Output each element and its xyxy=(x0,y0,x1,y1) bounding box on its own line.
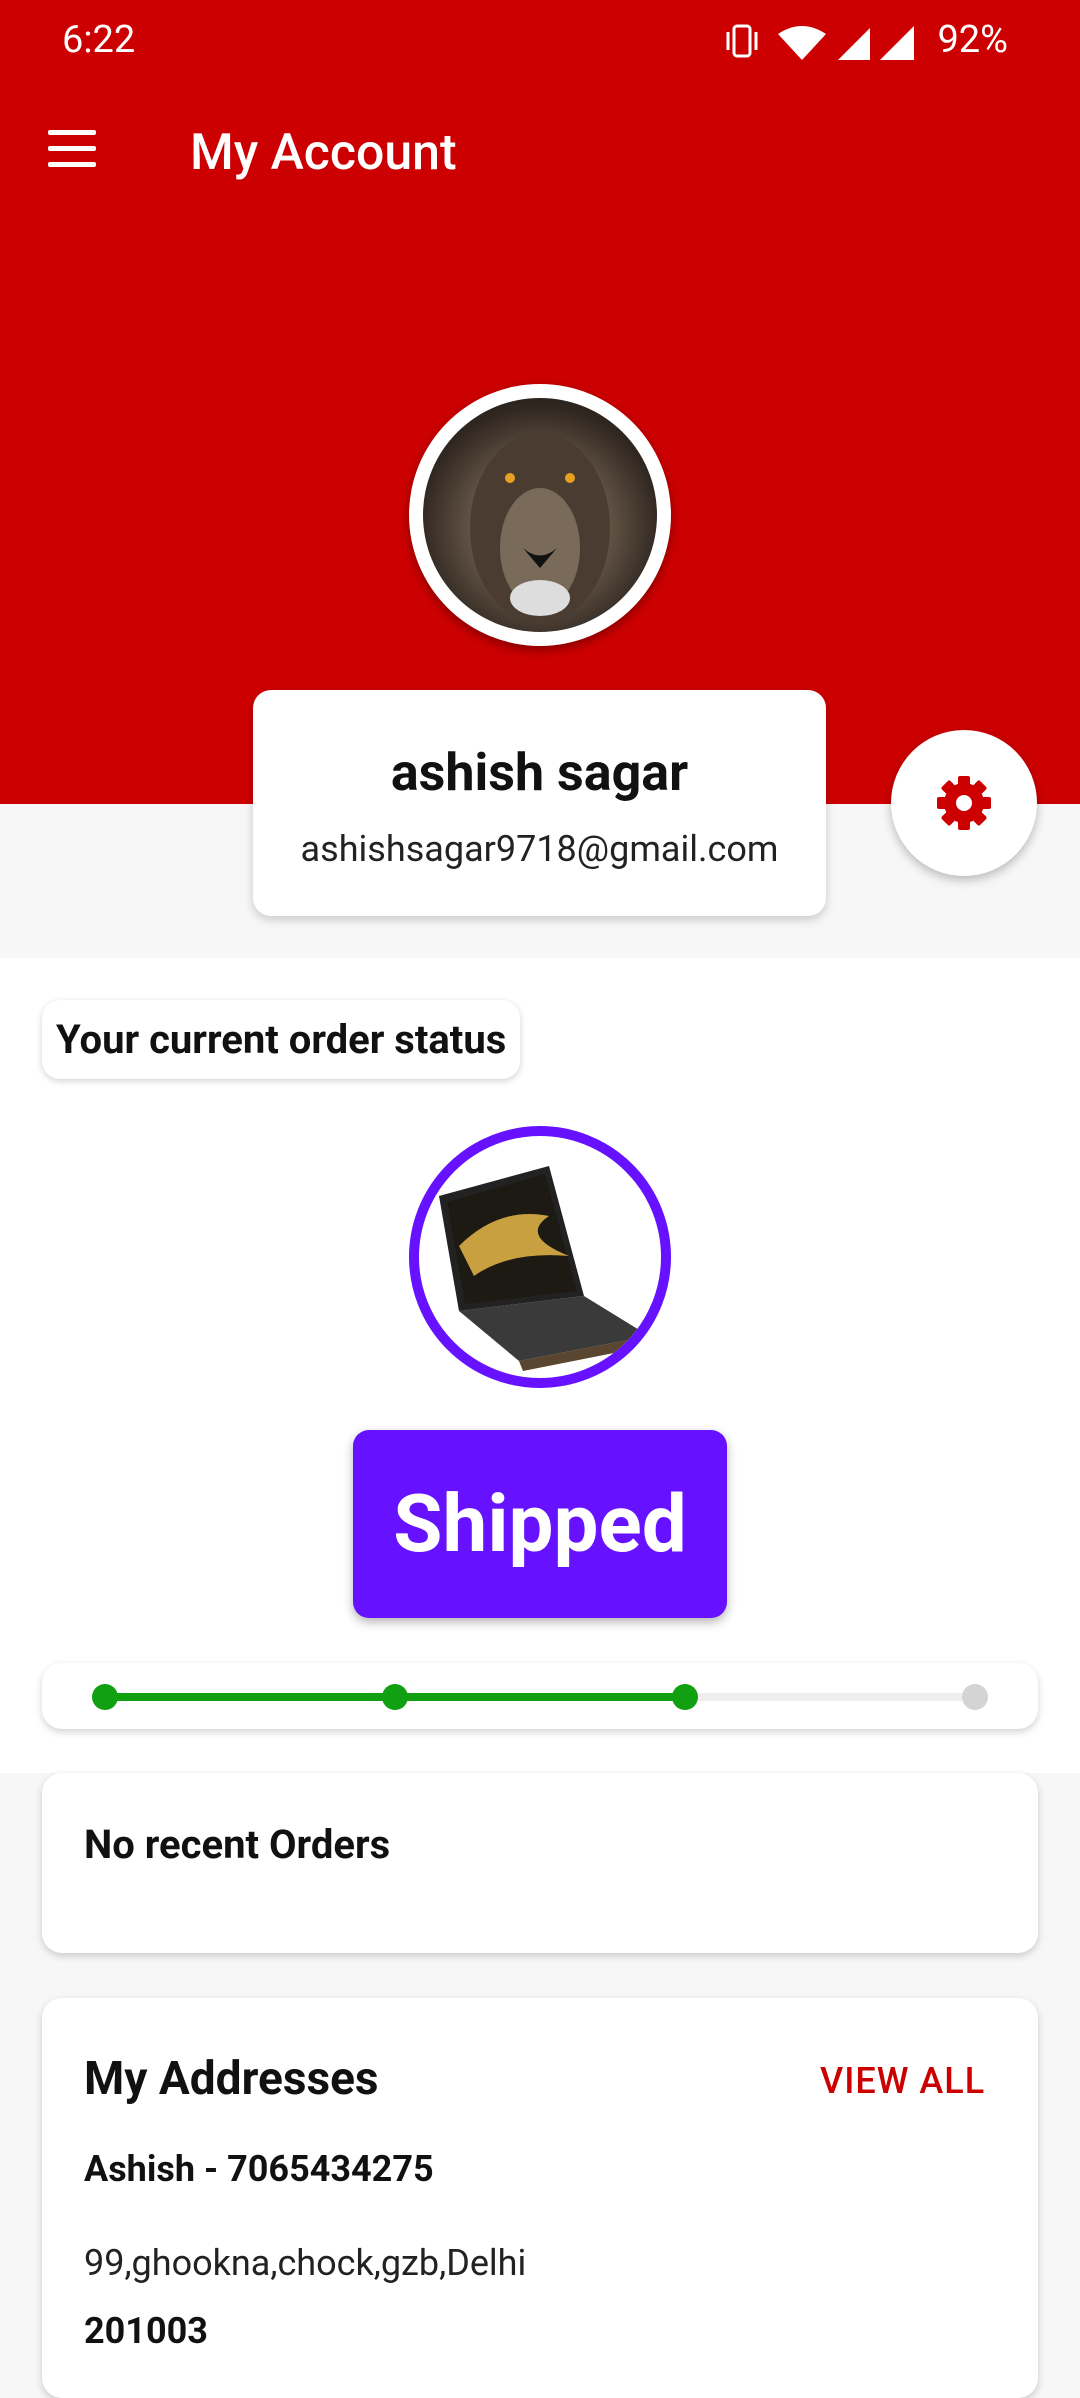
wifi-icon xyxy=(778,26,826,60)
addresses-card: My Addresses VIEW ALL Ashish - 706543427… xyxy=(42,1998,1038,2398)
addresses-title: My Addresses xyxy=(84,2052,379,2106)
hamburger-menu-icon[interactable] xyxy=(44,120,104,180)
progress-step-dot xyxy=(962,1684,988,1710)
order-status-label: Your current order status xyxy=(42,1000,521,1079)
gear-icon xyxy=(937,776,991,830)
status-icons xyxy=(726,24,914,60)
recent-orders-card[interactable]: No recent Orders xyxy=(42,1773,1038,1953)
order-progress-bar xyxy=(42,1663,1038,1729)
battery-level: 92% xyxy=(937,18,1008,62)
product-image[interactable] xyxy=(409,1126,671,1388)
order-status-section: Your current order status Shipped xyxy=(0,958,1080,1773)
signal-icon-2 xyxy=(880,26,914,60)
order-status-badge: Shipped xyxy=(353,1430,727,1618)
address-pincode: 201003 xyxy=(84,2310,208,2352)
address-line: 99,ghookna,chock,gzb,Delhi xyxy=(84,2242,527,2284)
page-title: My Account xyxy=(190,124,457,182)
profile-card: ashish sagar ashishsagar9718@gmail.com xyxy=(253,690,826,916)
progress-step-dot xyxy=(382,1684,408,1710)
user-email: ashishsagar9718@gmail.com xyxy=(300,828,779,870)
user-name: ashish sagar xyxy=(390,742,689,803)
recent-orders-text: No recent Orders xyxy=(84,1821,391,1868)
settings-button[interactable] xyxy=(891,730,1037,876)
signal-icon xyxy=(838,28,870,60)
progress-step-dot xyxy=(672,1684,698,1710)
status-bar: 6:22 92% xyxy=(0,0,1080,84)
progress-step-dot xyxy=(92,1684,118,1710)
address-name: Ashish - 7065434275 xyxy=(84,2148,434,2190)
view-all-button[interactable]: VIEW ALL xyxy=(820,2060,985,2102)
avatar[interactable] xyxy=(409,384,671,646)
app-bar: My Account xyxy=(0,84,1080,228)
vibrate-icon xyxy=(726,24,758,58)
avatar-image xyxy=(423,398,657,632)
status-time: 6:22 xyxy=(62,18,136,62)
